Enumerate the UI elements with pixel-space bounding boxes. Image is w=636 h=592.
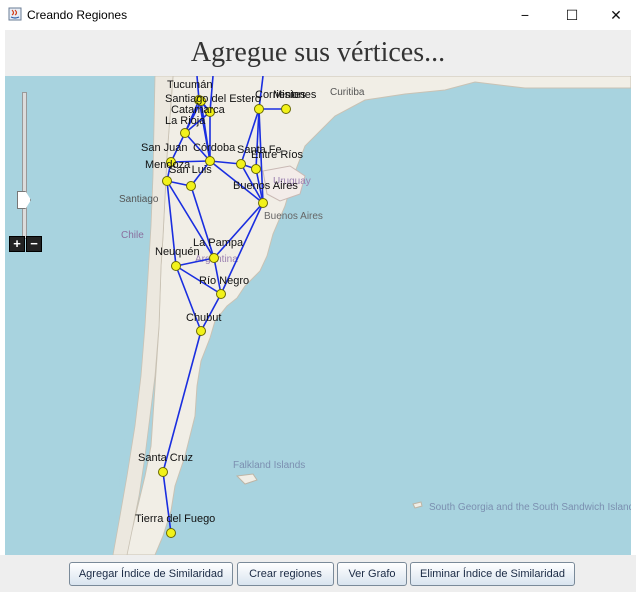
vertex-label: Misiones (273, 89, 317, 101)
vertex-marker[interactable] (180, 128, 190, 138)
vertex-marker[interactable] (166, 528, 176, 538)
geo-label-falkland: Falkland Islands (233, 460, 305, 471)
view-graph-button[interactable]: Ver Grafo (337, 562, 407, 586)
vertex-marker[interactable] (158, 467, 168, 477)
title-bar: Creando Regiones − ☐ ✕ (0, 0, 636, 30)
create-regions-button[interactable]: Crear regiones (237, 562, 334, 586)
maximize-button[interactable]: ☐ (552, 0, 592, 30)
minimize-button[interactable]: − (505, 0, 545, 30)
vertex-marker[interactable] (216, 289, 226, 299)
heading-bar: Agregue sus vértices... (5, 30, 631, 76)
geo-label-chile: Chile (121, 230, 144, 241)
vertex-marker[interactable] (236, 159, 246, 169)
falkland-islands (235, 473, 258, 485)
geo-label-buenos-aires: Buenos Aires (264, 211, 323, 222)
vertex-marker[interactable] (209, 253, 219, 263)
vertex-label: Tierra del Fuego (135, 513, 215, 525)
remove-similarity-button[interactable]: Eliminar Índice de Similaridad (410, 562, 575, 586)
zoom-in-button[interactable]: + (9, 236, 25, 252)
button-bar: Agregar Índice de Similaridad Crear regi… (0, 555, 636, 592)
vertex-marker[interactable] (251, 164, 261, 174)
close-button[interactable]: ✕ (596, 0, 636, 30)
vertex-marker[interactable] (186, 181, 196, 191)
vertex-marker[interactable] (281, 104, 291, 114)
map-canvas[interactable]: Curitiba Uruguay Buenos Aires Chile Arge… (5, 76, 631, 555)
geo-label-santiago: Santiago (119, 194, 159, 205)
geo-label-curitiba: Curitiba (330, 87, 365, 98)
window-title: Creando Regiones (27, 8, 128, 22)
add-similarity-button[interactable]: Agregar Índice de Similaridad (69, 562, 233, 586)
vertex-label: Entre Ríos (251, 149, 303, 161)
vertex-label: Buenos Aires (233, 180, 298, 192)
map-view[interactable]: Curitiba Uruguay Buenos Aires Chile Arge… (5, 76, 631, 555)
vertex-label: San Juan (141, 142, 187, 154)
vertex-label: Santa Cruz (138, 452, 193, 464)
vertex-label: Río Negro (199, 275, 249, 287)
java-app-icon (8, 7, 22, 21)
vertex-label: San Luis (169, 164, 212, 176)
vertex-label: Córdoba (193, 142, 236, 154)
south-georgia-island (412, 501, 423, 509)
zoom-slider-track[interactable] (22, 92, 27, 239)
vertex-marker[interactable] (196, 326, 206, 336)
vertex-marker[interactable] (171, 261, 181, 271)
vertex-label: Chubut (186, 312, 221, 324)
zoom-out-button[interactable]: − (26, 236, 42, 252)
vertex-label: Tucumán (167, 79, 212, 91)
vertex-marker[interactable] (162, 176, 172, 186)
vertex-label: Neuquén (155, 246, 200, 258)
vertex-label: La Pampa (193, 237, 244, 249)
vertex-marker[interactable] (254, 104, 264, 114)
page-heading: Agregue sus vértices... (190, 37, 446, 68)
geo-label-south-georgia: South Georgia and the South Sandwich Isl… (429, 502, 631, 513)
vertex-marker[interactable] (258, 198, 268, 208)
vertex-label: La Rioja (165, 115, 206, 127)
